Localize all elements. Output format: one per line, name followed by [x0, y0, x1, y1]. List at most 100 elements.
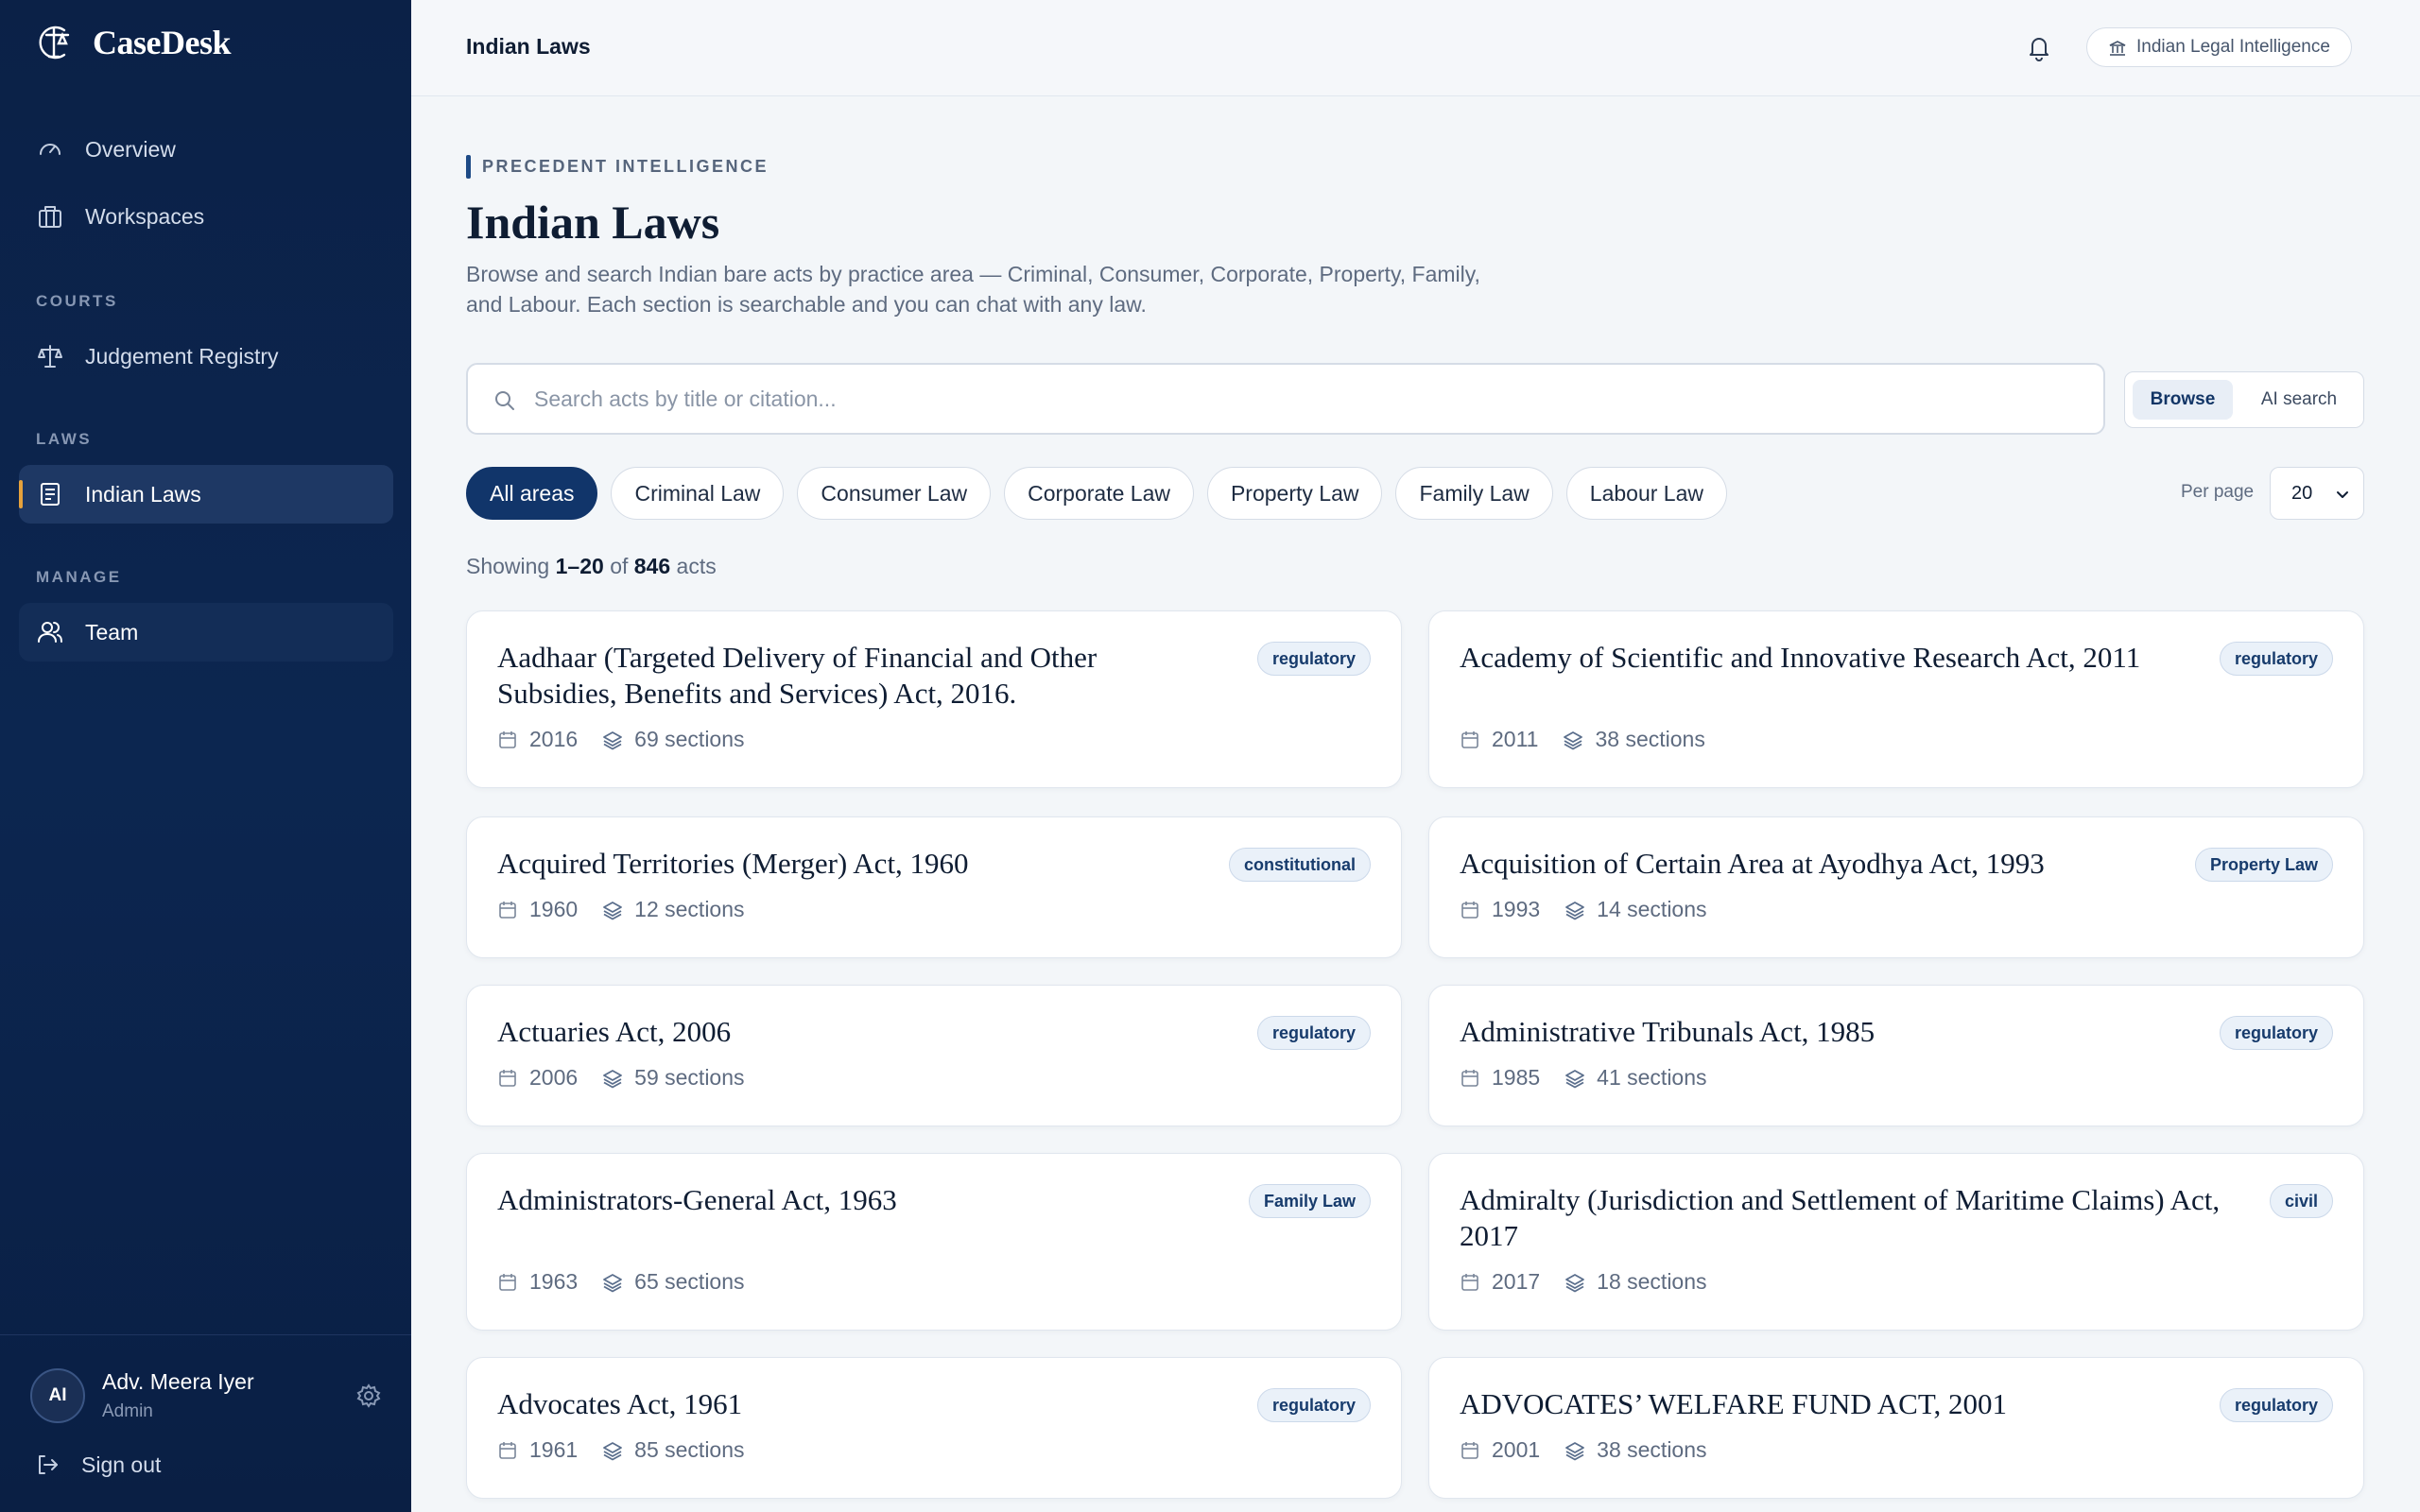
main-content: PRECEDENT INTELLIGENCE Indian Laws Brows… [411, 96, 2420, 1512]
act-year: 1993 [1460, 897, 1540, 922]
act-sections: 69 sections [602, 727, 745, 752]
layers-icon [1565, 1273, 1585, 1292]
act-year-value: 1961 [529, 1437, 579, 1462]
act-sections: 59 sections [602, 1065, 745, 1091]
page-title: Indian Laws [466, 196, 720, 249]
act-card[interactable]: Administrative Tribunals Act, 1985 regula… [1428, 985, 2364, 1126]
act-title[interactable]: Admiralty (Jurisdiction and Settlement o… [1460, 1182, 2235, 1254]
calendar-icon [1461, 901, 1478, 919]
act-year: 2001 [1460, 1437, 1540, 1463]
organization-selector[interactable]: Indian Legal Intelligence [2086, 27, 2352, 67]
topbar: Indian Laws Indian Legal Intelligence [411, 0, 2420, 96]
bell-icon[interactable] [2024, 32, 2054, 62]
gear-icon[interactable] [355, 1383, 382, 1409]
sidebar-item-label: Team [85, 619, 139, 644]
act-sections: 38 sections [1563, 727, 1705, 752]
act-year-value: 2016 [529, 727, 579, 751]
act-title[interactable]: Actuaries Act, 2006 [497, 1014, 1197, 1050]
act-sections-value: 41 sections [1597, 1065, 1707, 1090]
browse-mode-button[interactable]: Browse [2133, 380, 2233, 420]
search-icon [495, 391, 514, 410]
user-panel: AI Adv. Meera Iyer Admin Sign out [0, 1334, 411, 1512]
act-sections-value: 14 sections [1597, 897, 1707, 921]
sidebar-item-overview[interactable]: Overview [19, 120, 393, 179]
act-year: 1985 [1460, 1065, 1540, 1091]
filter-chip-labour-law[interactable]: Labour Law [1565, 467, 1727, 520]
act-sections: 14 sections [1564, 897, 1707, 922]
search-input[interactable] [534, 365, 2084, 433]
results-count-suffix: acts [676, 554, 717, 578]
search-mode-toggle: Browse AI search [2124, 371, 2364, 428]
organization-label: Indian Legal Intelligence [2136, 37, 2330, 57]
filter-chip-consumer-law[interactable]: Consumer Law [797, 467, 992, 520]
ai-search-mode-button[interactable]: AI search [2242, 380, 2356, 420]
calendar-icon [499, 1441, 516, 1459]
calendar-icon [499, 901, 516, 919]
act-title[interactable]: Administrators-General Act, 1963 [497, 1182, 1272, 1218]
act-sections: 41 sections [1564, 1065, 1707, 1091]
filter-chip-all-areas[interactable]: All areas [466, 467, 598, 520]
act-card[interactable]: Academy of Scientific and Innovative Res… [1428, 610, 2364, 788]
act-meta: 1963 65 sections [497, 1269, 745, 1295]
user-role: Admin [102, 1401, 153, 1421]
act-title[interactable]: Academy of Scientific and Innovative Res… [1460, 640, 2159, 676]
act-card[interactable]: Acquired Territories (Merger) Act, 1960 c… [466, 816, 1402, 958]
act-card[interactable]: Aadhaar (Targeted Delivery of Financial … [466, 610, 1402, 788]
calendar-icon [499, 1069, 516, 1087]
sidebar-item-indian-laws[interactable]: Indian Laws [19, 465, 393, 524]
act-meta: 2017 18 sections [1460, 1269, 1707, 1295]
users-icon [38, 622, 62, 643]
per-page-value: 20 [2291, 482, 2313, 504]
practice-area-badge: regulatory [1256, 642, 1371, 676]
sidebar-item-team[interactable]: Team [19, 603, 393, 662]
act-year: 1963 [497, 1269, 578, 1295]
calendar-icon [1461, 1441, 1478, 1459]
layers-icon [1565, 1441, 1585, 1460]
section-heading-manage: MANAGE [36, 568, 122, 586]
page-description: Browse and search Indian bare acts by pr… [466, 262, 1480, 317]
filter-chip-criminal-law[interactable]: Criminal Law [611, 467, 785, 520]
act-title[interactable]: Advocates Act, 1961 [497, 1386, 1197, 1422]
act-title[interactable]: Acquisition of Certain Area at Ayodhya A… [1460, 846, 2159, 882]
act-sections: 12 sections [602, 897, 745, 922]
act-sections: 65 sections [602, 1269, 745, 1295]
results-total: 846 [633, 554, 671, 578]
sign-out-icon [39, 1455, 58, 1474]
act-card[interactable]: Advocates Act, 1961 regulatory 1961 85 sect… [466, 1357, 1402, 1499]
layers-icon [603, 730, 623, 749]
practice-area-badge: regulatory [2219, 1016, 2333, 1050]
filter-chip-family-law[interactable]: Family Law [1395, 467, 1553, 520]
calendar-icon [1461, 730, 1478, 748]
act-card[interactable]: Admiralty (Jurisdiction and Settlement o… [1428, 1153, 2364, 1331]
sidebar-item-judgement-registry[interactable]: Judgement Registry [19, 327, 393, 386]
per-page-select[interactable]: 20 [2270, 467, 2364, 520]
sidebar-item-workspaces[interactable]: Workspaces [19, 187, 393, 246]
sidebar-item-label: Indian Laws [85, 481, 201, 507]
filter-chip-property-law[interactable]: Property Law [1206, 467, 1383, 520]
practice-area-badge: Family Law [1248, 1184, 1371, 1218]
act-year: 1961 [497, 1437, 578, 1463]
calendar-icon [1461, 1273, 1478, 1291]
calendar-icon [1461, 1069, 1478, 1087]
practice-area-badge: regulatory [2219, 642, 2333, 676]
act-card[interactable]: Actuaries Act, 2006 regulatory 2006 59 sect… [466, 985, 1402, 1126]
filter-chip-corporate-law[interactable]: Corporate Law [1004, 467, 1194, 520]
act-card[interactable]: Administrators-General Act, 1963 Family L… [466, 1153, 1402, 1331]
avatar[interactable]: AI [30, 1368, 85, 1423]
act-title[interactable]: ADVOCATES’ WELFARE FUND ACT, 2001 [1460, 1386, 2159, 1422]
act-title[interactable]: Acquired Territories (Merger) Act, 1960 [497, 846, 1197, 882]
act-card[interactable]: ADVOCATES’ WELFARE FUND ACT, 2001 regulat… [1428, 1357, 2364, 1499]
act-sections: 85 sections [602, 1437, 745, 1463]
scales-icon [38, 345, 62, 368]
act-sections-value: 18 sections [1597, 1269, 1707, 1294]
topbar-title: Indian Laws [466, 34, 591, 59]
act-title[interactable]: Administrative Tribunals Act, 1985 [1460, 1014, 2159, 1050]
brand[interactable]: CaseDesk [36, 23, 232, 62]
act-title[interactable]: Aadhaar (Targeted Delivery of Financial … [497, 640, 1197, 712]
sign-out-button[interactable]: Sign out [34, 1452, 161, 1478]
act-sections-value: 38 sections [1595, 727, 1705, 751]
act-year: 2006 [497, 1065, 578, 1091]
results-count-prefix: Showing [466, 554, 550, 578]
act-card[interactable]: Acquisition of Certain Area at Ayodhya A… [1428, 816, 2364, 958]
section-heading-courts: COURTS [36, 292, 118, 310]
